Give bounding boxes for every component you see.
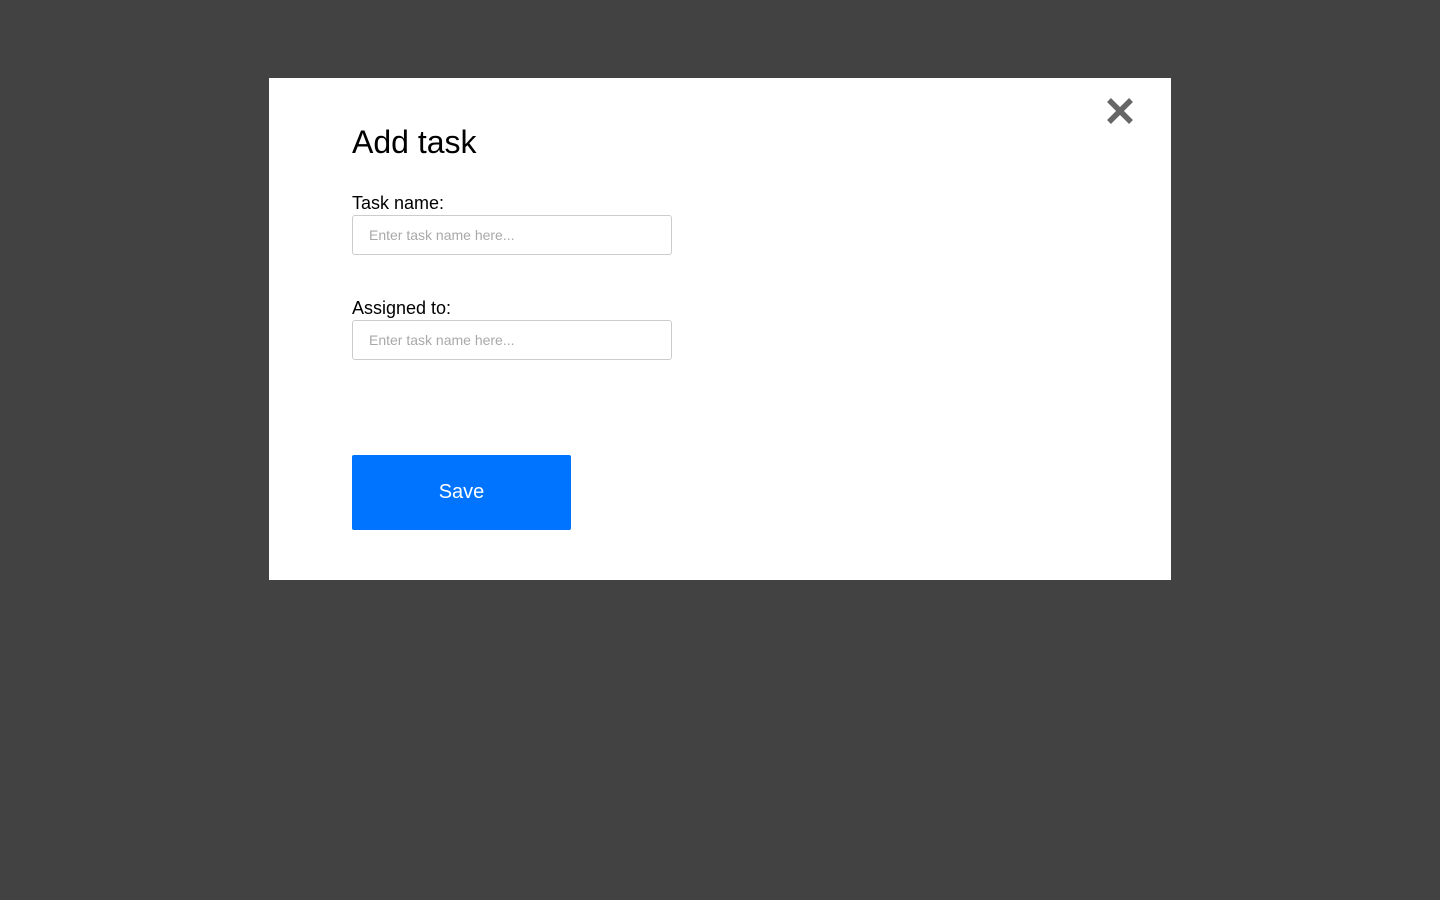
save-button[interactable]: Save [352,455,571,530]
modal-backdrop[interactable]: Add task Task name: Assigned to: Save [0,0,1440,900]
task-name-input[interactable] [352,215,672,255]
close-icon [1107,98,1133,124]
dialog-title: Add task [352,124,477,160]
add-task-dialog: Add task Task name: Assigned to: Save [269,78,1171,580]
close-button[interactable] [1101,92,1139,130]
assigned-to-label: Assigned to: [352,298,452,318]
assigned-to-input[interactable] [352,320,672,360]
task-name-label: Task name: [352,193,445,213]
